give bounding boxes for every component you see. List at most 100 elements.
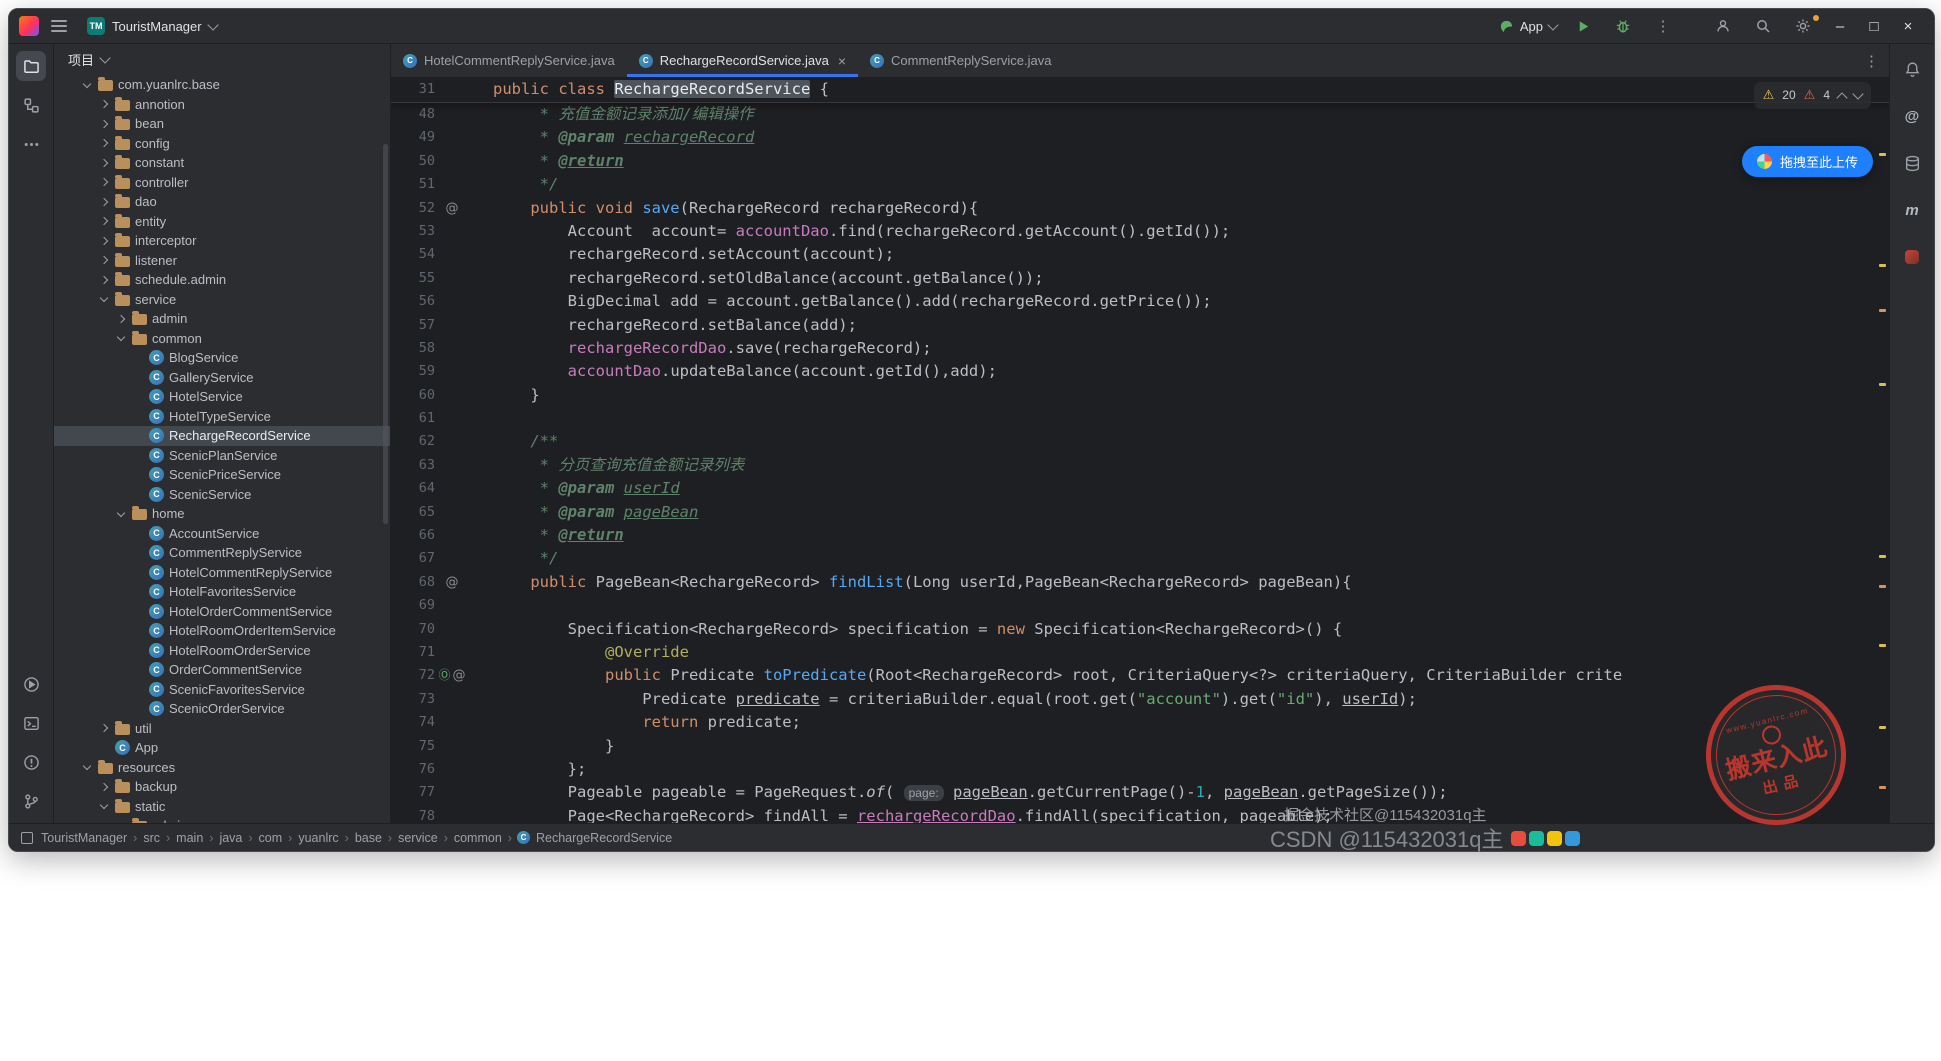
line-number[interactable]: 57 [391,314,435,337]
tree-item[interactable]: com.yuanlrc.base [54,75,390,95]
code-line[interactable]: 63 * 分页查询充值金额记录列表 [391,454,1889,477]
breadcrumb-item[interactable]: RechargeRecordService [535,831,673,845]
inspections-widget[interactable]: ⚠ 20 ⚠ 4 [1753,82,1871,110]
tree-chevron-icon[interactable] [98,800,110,812]
code-line[interactable]: 76 }; [391,758,1889,781]
code-line[interactable]: 71 @Override [391,641,1889,664]
previous-problem-icon[interactable] [1836,92,1848,104]
tree-chevron-icon[interactable] [98,157,110,169]
tree-item[interactable]: C HotelFavoritesService [54,582,390,602]
tree-chevron-icon[interactable] [115,332,127,344]
line-number[interactable]: 74 [391,711,435,734]
tree-item[interactable]: annotion [54,95,390,115]
code-line[interactable]: 66 * @return [391,524,1889,547]
problems-tool-window-button[interactable] [16,747,46,777]
tree-item[interactable]: C CommentReplyService [54,543,390,563]
project-selector[interactable]: TM TouristManager [79,13,225,39]
breadcrumb-item[interactable]: com [258,831,284,845]
code-line[interactable]: 78 Page<RechargeRecord> findAll = rechar… [391,805,1889,823]
database-button[interactable] [1897,148,1927,178]
tree-item[interactable]: listener [54,251,390,271]
code-line[interactable]: 62 /** [391,430,1889,453]
code-line[interactable]: 58 rechargeRecordDao.save(rechargeRecord… [391,337,1889,360]
tree-item[interactable]: constant [54,153,390,173]
code-line[interactable]: 56 BigDecimal add = account.getBalance()… [391,290,1889,313]
line-number[interactable]: 60 [391,384,435,407]
code-line[interactable]: 60 } [391,384,1889,407]
tree-item[interactable]: resources [54,758,390,778]
main-menu-icon[interactable] [51,20,67,32]
code-with-me-button[interactable] [1704,12,1742,40]
code-line[interactable]: 74 return predicate; [391,711,1889,734]
code-line[interactable]: 49 * @param rechargeRecord [391,126,1889,149]
tab-close-icon[interactable]: × [838,53,846,69]
gutter-icons[interactable]: @ [435,571,469,594]
maximize-button[interactable]: □ [1858,12,1890,40]
code-line[interactable]: 69 [391,594,1889,617]
code-line[interactable]: 77 Pageable pageable = PageRequest.of( p… [391,781,1889,804]
breadcrumb-item[interactable]: service [397,831,439,845]
code-line[interactable]: 52 @ public void save(RechargeRecord rech… [391,197,1889,220]
tree-item[interactable]: C RechargeRecordService [54,426,390,446]
settings-button[interactable] [1784,12,1822,40]
tree-item[interactable]: schedule.admin [54,270,390,290]
tree-item[interactable]: C GalleryService [54,368,390,388]
tree-chevron-icon[interactable] [98,722,110,734]
tree-item[interactable]: controller [54,173,390,193]
tree-chevron-icon[interactable] [115,508,127,520]
tree-item[interactable]: static [54,797,390,817]
code-line[interactable]: 54 rechargeRecord.setAccount(account); [391,243,1889,266]
line-number[interactable]: 58 [391,337,435,360]
line-number[interactable]: 70 [391,618,435,641]
code-line[interactable]: 68 @ public PageBean<RechargeRecord> find… [391,571,1889,594]
tree-scrollbar[interactable] [383,144,388,524]
code-line[interactable]: 57 rechargeRecord.setBalance(add); [391,314,1889,337]
tree-chevron-icon[interactable] [98,176,110,188]
minimize-button[interactable]: – [1824,12,1856,40]
next-problem-icon[interactable] [1852,88,1864,100]
tree-item[interactable]: home [54,504,390,524]
error-stripe[interactable] [1877,78,1889,823]
tree-item[interactable]: interceptor [54,231,390,251]
tree-item[interactable]: C HotelCommentReplyService [54,563,390,583]
breadcrumb-item[interactable]: base [354,831,383,845]
editor-tab[interactable]: C CommentReplyService.java [858,44,1063,77]
tree-chevron-icon[interactable] [81,79,93,91]
run-tool-window-button[interactable] [16,669,46,699]
gradle-button[interactable] [1897,242,1927,272]
code-line[interactable]: 65 * @param pageBean [391,501,1889,524]
line-number[interactable]: 76 [391,758,435,781]
line-number[interactable]: 49 [391,126,435,149]
tree-chevron-icon[interactable] [115,313,127,325]
line-number[interactable]: 69 [391,594,435,617]
code-line[interactable]: 55 rechargeRecord.setOldBalance(account.… [391,267,1889,290]
annotation-gutter-icon[interactable]: @ [446,571,459,594]
breadcrumb-item[interactable]: common [453,831,503,845]
code-line[interactable]: 53 Account account= accountDao.find(rech… [391,220,1889,243]
line-number[interactable]: 64 [391,477,435,500]
run-button[interactable] [1564,12,1602,40]
tree-chevron-icon[interactable] [98,254,110,266]
line-number[interactable]: 59 [391,360,435,383]
tree-chevron-icon[interactable] [98,215,110,227]
version-control-tool-window-button[interactable] [16,786,46,816]
ai-assistant-button[interactable]: @ [1897,101,1927,131]
run-configuration-selector[interactable]: App [1494,12,1562,40]
code-line[interactable]: 75 } [391,735,1889,758]
breadcrumb-item[interactable]: TouristManager [40,831,128,845]
tree-item[interactable]: C BlogService [54,348,390,368]
tree-item[interactable]: C HotelTypeService [54,407,390,427]
drag-upload-button[interactable]: 拖拽至此上传 [1742,146,1874,177]
tree-item[interactable]: admin [54,309,390,329]
tree-chevron-icon[interactable] [98,293,110,305]
tree-item[interactable]: C OrderCommentService [54,660,390,680]
tree-item[interactable]: dao [54,192,390,212]
tree-chevron-icon[interactable] [98,235,110,247]
code-editor[interactable]: 31 public class RechargeRecordService { … [391,78,1889,823]
line-number[interactable]: 51 [391,173,435,196]
notifications-button[interactable] [1897,54,1927,84]
tree-chevron-icon[interactable] [98,274,110,286]
tree-chevron-icon[interactable] [98,196,110,208]
breadcrumb-item[interactable]: main [175,831,204,845]
tree-item[interactable]: util [54,719,390,739]
